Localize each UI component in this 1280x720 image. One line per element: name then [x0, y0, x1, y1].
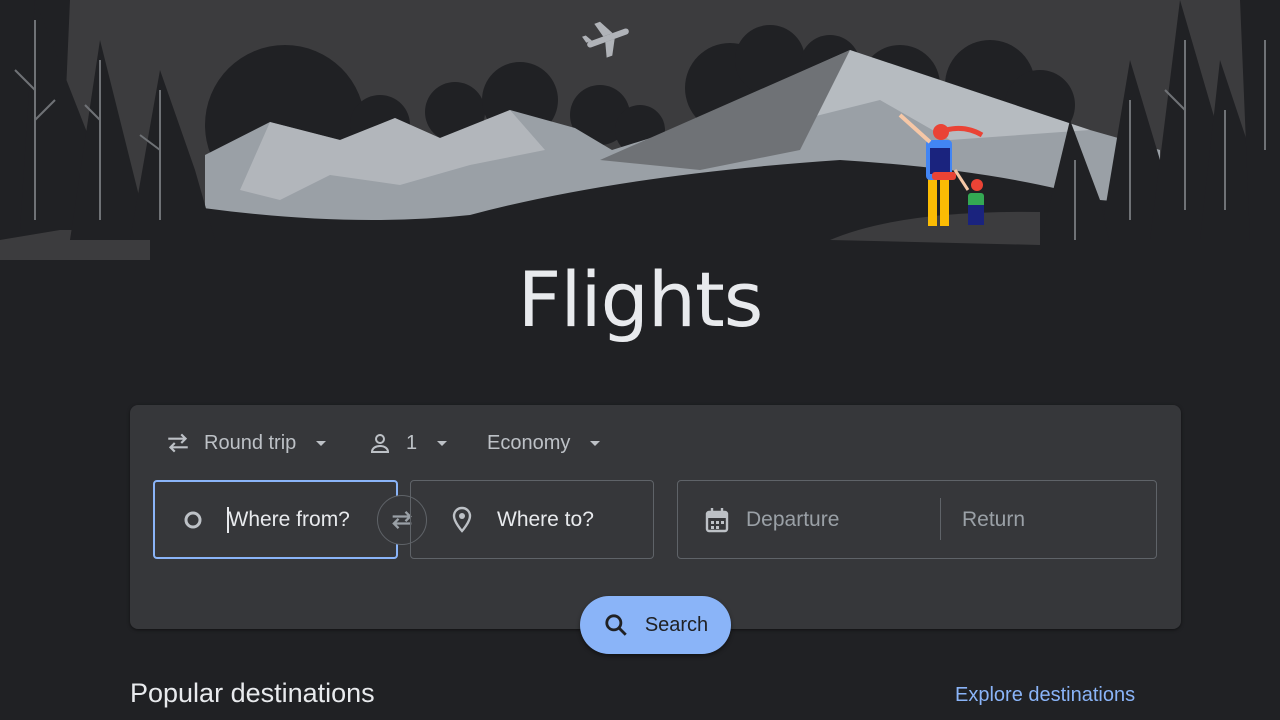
trip-type-label: Round trip: [204, 431, 297, 454]
trip-type-select[interactable]: Round trip: [165, 428, 328, 458]
cabin-class-label: Economy: [487, 431, 571, 454]
search-button[interactable]: Search: [580, 596, 731, 654]
hero-illustration: [0, 0, 1280, 260]
date-divider: [940, 498, 941, 540]
origin-circle-icon: [184, 511, 202, 528]
calendar-icon: [705, 507, 729, 532]
person-icon: [370, 434, 390, 453]
return-input[interactable]: Return: [962, 508, 1025, 532]
swap-icon: [168, 433, 188, 453]
dropdown-arrow-icon: [590, 441, 601, 446]
dropdown-arrow-icon: [437, 441, 448, 446]
dates-field[interactable]: Departure Return: [677, 480, 1157, 559]
explore-destinations-link[interactable]: Explore destinations: [955, 684, 1135, 707]
where-to-input[interactable]: Where to?: [497, 508, 594, 532]
passengers-select[interactable]: 1: [368, 428, 449, 458]
where-from-input[interactable]: Where from?: [229, 508, 350, 532]
dropdown-arrow-icon: [316, 441, 327, 446]
departure-input[interactable]: Departure: [746, 508, 839, 532]
search-button-label: Search: [644, 613, 709, 636]
location-pin-icon: [452, 506, 472, 533]
search-icon: [605, 614, 627, 636]
passengers-count: 1: [406, 431, 418, 454]
page-title: Flights: [517, 255, 764, 344]
popular-destinations-heading: Popular destinations: [130, 678, 375, 708]
cabin-class-select[interactable]: Economy: [487, 428, 602, 458]
where-from-field[interactable]: Where from?: [153, 480, 398, 559]
where-to-field[interactable]: Where to?: [410, 480, 654, 559]
